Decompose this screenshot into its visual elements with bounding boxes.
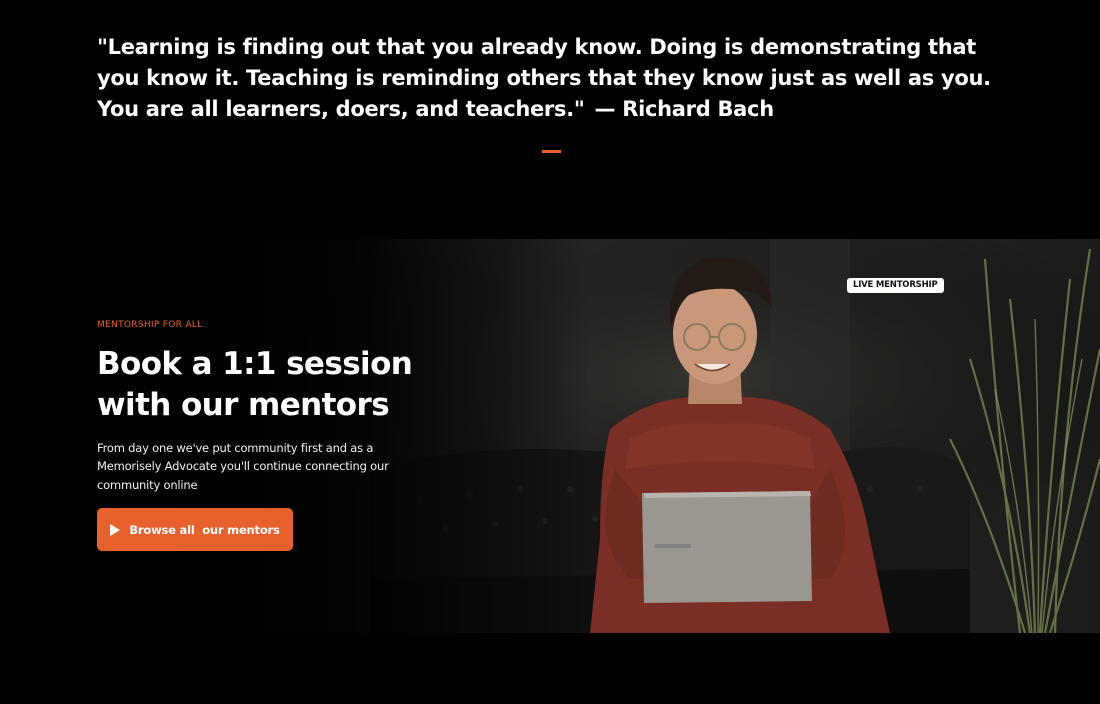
section-eyebrow: MENTORSHIP FOR ALL [97, 320, 203, 330]
quote-divider [542, 150, 561, 153]
hero-gradient-overlay [70, 239, 1100, 633]
hero-banner [70, 239, 1100, 633]
quote: "Learning is finding out that you alread… [97, 32, 1007, 125]
hero-description: From day one we've put community first a… [97, 441, 389, 492]
quote-author: — Richard Bach [594, 97, 775, 121]
live-mentorship-badge: LIVE MENTORSHIP [847, 278, 944, 293]
quote-text: "Learning is finding out that you alread… [97, 35, 991, 121]
browse-mentors-label: Browse all our mentors [129, 522, 280, 537]
hero-headline: Book a 1:1 session with our mentors [97, 346, 413, 423]
play-icon [110, 523, 121, 536]
browse-mentors-button[interactable]: Browse all our mentors [97, 508, 293, 551]
